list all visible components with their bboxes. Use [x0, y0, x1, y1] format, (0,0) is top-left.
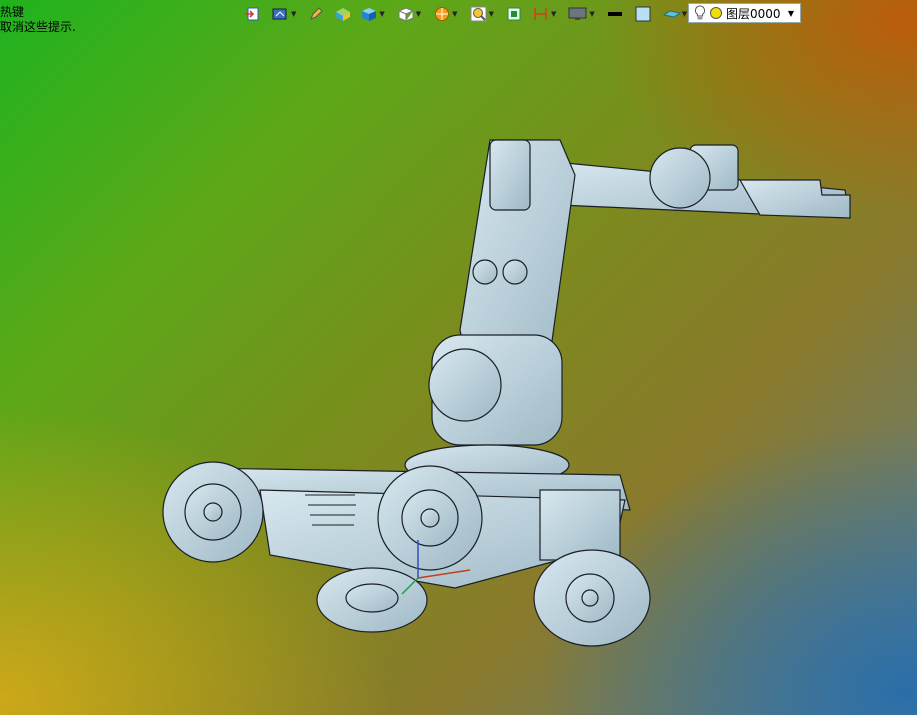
- wheel-front-right: [377, 465, 483, 571]
- wheel-front-left: [162, 461, 264, 563]
- battery-box: [539, 489, 621, 561]
- arm-hole-1: [472, 259, 498, 285]
- wheel-rear-right: [533, 549, 651, 647]
- servo-top: [489, 139, 531, 211]
- wheel-rear-left: [316, 567, 428, 633]
- robot-arm-model: [162, 139, 851, 647]
- shoulder-plate: [428, 348, 502, 422]
- elbow-joint: [649, 147, 711, 209]
- arm-hole-2: [502, 259, 528, 285]
